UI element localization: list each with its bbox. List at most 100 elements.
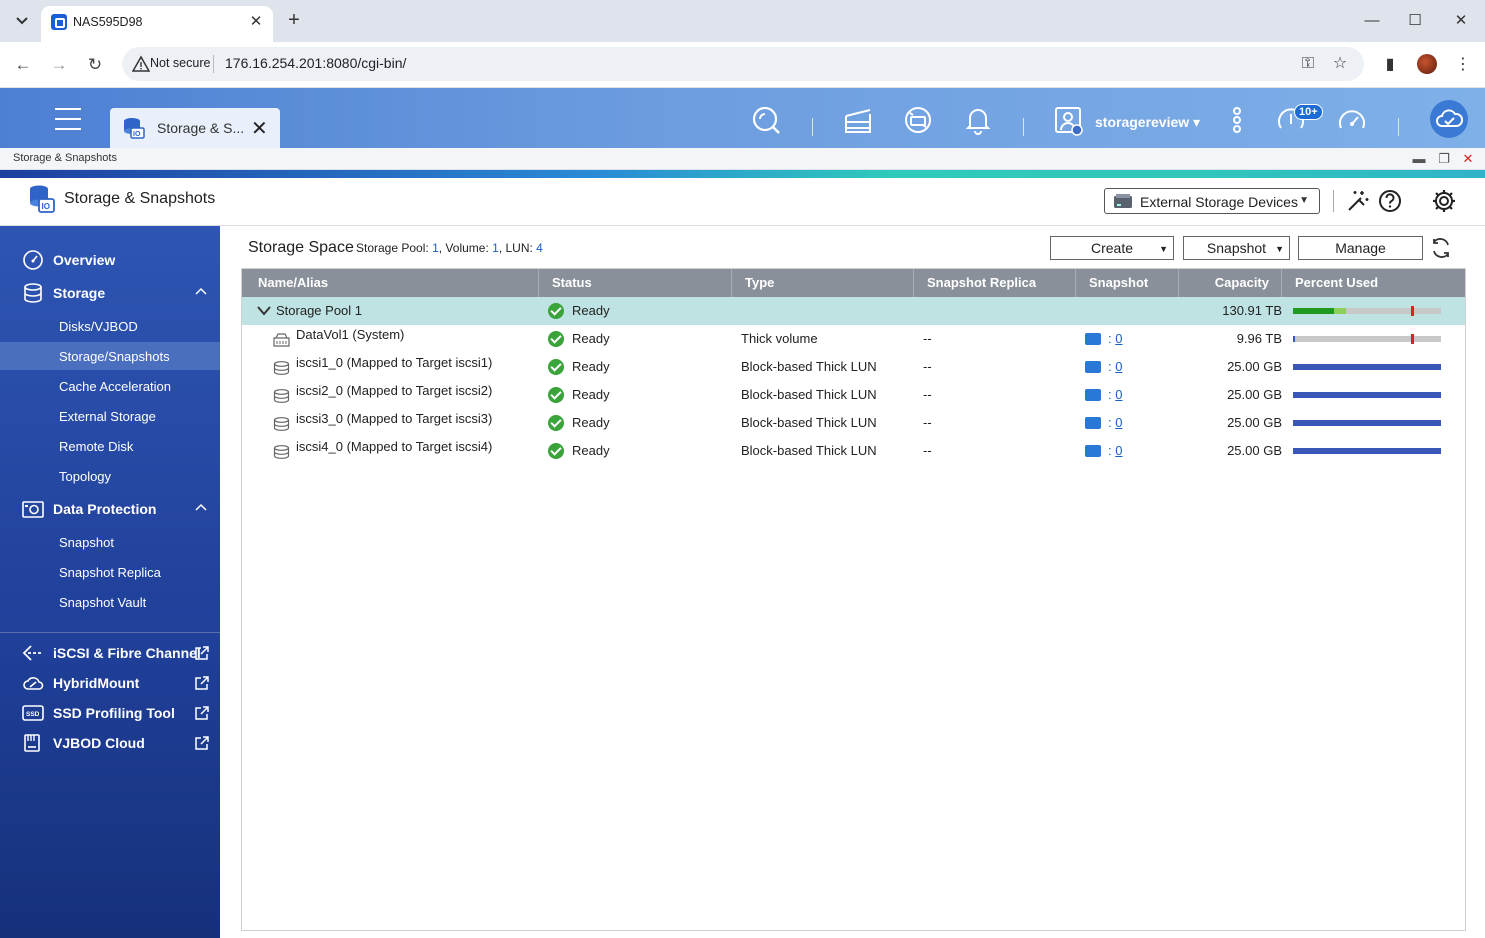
background-tasks-icon[interactable] xyxy=(842,104,874,136)
svg-text:IO: IO xyxy=(133,131,141,138)
summary-volume-count: 1 xyxy=(492,241,499,255)
row-status: Ready xyxy=(572,331,610,346)
key-icon[interactable]: ⚿ xyxy=(1298,54,1318,74)
table-row[interactable]: iscsi4_0 (Mapped to Target iscsi4) Ready… xyxy=(242,437,1465,465)
sidebar-link-iscsi-fibre-channel[interactable]: iSCSI & Fibre Channel xyxy=(0,638,220,668)
chevron-down-icon[interactable] xyxy=(257,306,271,316)
usage-threshold-marker xyxy=(1411,334,1415,344)
sidebar-link-ssd-profiling-tool[interactable]: SSD SSD Profiling Tool xyxy=(0,698,220,728)
lun-disk-icon xyxy=(273,361,290,375)
sidebar-item-snapshot-vault[interactable]: Snapshot Vault xyxy=(0,588,220,616)
snapshot-button[interactable]: Snapshot ▼ xyxy=(1183,236,1290,260)
forward-button[interactable]: → xyxy=(46,52,72,78)
sidebar-item-snapshot-replica[interactable]: Snapshot Replica xyxy=(0,558,220,586)
row-replica: -- xyxy=(923,331,932,346)
column-header-name[interactable]: Name/Alias xyxy=(242,269,539,297)
external-device-icon[interactable] xyxy=(902,104,934,136)
column-header-capacity[interactable]: Capacity xyxy=(1179,269,1282,297)
row-replica: -- xyxy=(923,415,932,430)
help-icon[interactable] xyxy=(1377,188,1403,214)
magic-wand-icon[interactable] xyxy=(1345,188,1371,214)
sidebar-item-topology[interactable]: Topology xyxy=(0,462,220,490)
create-button[interactable]: Create ▼ xyxy=(1050,236,1174,260)
snapshot-count-link[interactable]: : 0 xyxy=(1108,409,1122,437)
sidebar-label: HybridMount xyxy=(53,675,140,691)
back-button[interactable]: ← xyxy=(10,52,36,78)
sidebar-item-storage[interactable]: Storage xyxy=(0,278,220,308)
status-ready-icon xyxy=(548,303,564,319)
browser-menu-icon[interactable]: ⋮ xyxy=(1450,52,1476,78)
sidebar-item-external-storage[interactable]: External Storage xyxy=(0,402,220,430)
chevron-up-icon[interactable] xyxy=(194,284,208,298)
row-type: Block-based Thick LUN xyxy=(741,415,877,430)
external-link-icon xyxy=(195,706,209,720)
not-secure-label[interactable]: Not secure xyxy=(150,56,210,70)
manage-button[interactable]: Manage xyxy=(1298,236,1423,260)
main-menu-icon[interactable] xyxy=(55,108,81,130)
settings-gear-icon[interactable] xyxy=(1431,188,1457,214)
column-header-percent-used[interactable]: Percent Used xyxy=(1282,269,1465,297)
close-tab-icon[interactable]: ✕ xyxy=(247,13,265,31)
username-dropdown[interactable]: storagereview ▾ xyxy=(1095,114,1200,131)
column-header-snapshot[interactable]: Snapshot xyxy=(1076,269,1179,297)
url-text[interactable]: 176.16.254.201:8080/cgi-bin/ xyxy=(225,55,406,71)
app-close-button[interactable]: ✕ xyxy=(1459,150,1477,168)
sidebar-item-cache-acceleration[interactable]: Cache Acceleration xyxy=(0,372,220,400)
app-restore-button[interactable]: ❐ xyxy=(1435,150,1453,168)
reload-button[interactable]: ↻ xyxy=(82,52,108,78)
snapshot-count-link[interactable]: : 0 xyxy=(1108,381,1122,409)
snapshot-count-link[interactable]: : 0 xyxy=(1108,353,1122,381)
tab-search-button[interactable] xyxy=(10,9,34,33)
external-storage-devices-dropdown[interactable]: External Storage Devices ▼ xyxy=(1104,188,1320,214)
sidebar-link-hybridmount[interactable]: HybridMount xyxy=(0,668,220,698)
refresh-icon[interactable] xyxy=(1430,236,1452,260)
sidebar-label: Remote Disk xyxy=(59,439,134,454)
column-header-type[interactable]: Type xyxy=(732,269,914,297)
minimize-window-button[interactable]: — xyxy=(1357,10,1387,32)
usage-bar xyxy=(1293,364,1441,370)
search-icon[interactable] xyxy=(750,104,782,136)
maximize-window-button[interactable]: ☐ xyxy=(1400,10,1430,32)
myqnapcloud-button[interactable] xyxy=(1430,100,1468,138)
user-account-icon[interactable] xyxy=(1055,106,1083,136)
address-bar[interactable]: Not secure 176.16.254.201:8080/cgi-bin/ … xyxy=(122,47,1364,81)
new-tab-button[interactable]: + xyxy=(282,9,306,33)
sidebar-link-vjbod-cloud[interactable]: VJBOD Cloud xyxy=(0,728,220,758)
main-content: Storage Space Storage Pool: 1, Volume: 1… xyxy=(220,226,1485,938)
resource-monitor-icon[interactable] xyxy=(1336,104,1368,136)
usage-bar-fill-snapshot xyxy=(1334,308,1347,314)
vjbod-cloud-icon xyxy=(24,734,40,752)
row-name: iscsi2_0 (Mapped to Target iscsi2) xyxy=(296,383,493,398)
snapshot-icon xyxy=(1085,325,1101,345)
sidebar-item-storage-snapshots[interactable]: Storage/Snapshots xyxy=(0,342,220,370)
username-label: storagereview xyxy=(1095,114,1190,130)
lun-disk-icon xyxy=(273,417,290,431)
summary-lun-count: 4 xyxy=(536,241,543,255)
app-minimize-button[interactable]: ▬ xyxy=(1410,150,1428,168)
browser-tab[interactable]: NAS595D98 ✕ xyxy=(41,6,273,42)
bookmark-star-icon[interactable]: ☆ xyxy=(1330,54,1350,74)
svg-text:IO: IO xyxy=(42,202,50,211)
sidebar-item-overview[interactable]: Overview xyxy=(0,245,220,275)
sidebar-item-snapshot[interactable]: Snapshot xyxy=(0,528,220,556)
snapshot-count-link[interactable]: : 0 xyxy=(1108,437,1122,465)
profile-avatar[interactable] xyxy=(1417,54,1437,74)
column-header-snapshot-replica[interactable]: Snapshot Replica xyxy=(914,269,1076,297)
sidebar-item-remote-disk[interactable]: Remote Disk xyxy=(0,432,220,460)
column-header-status[interactable]: Status xyxy=(539,269,732,297)
row-capacity: 25.00 GB xyxy=(1227,415,1282,430)
table-row-storage-pool[interactable]: Storage Pool 1 Ready 130.91 TB xyxy=(242,297,1465,325)
close-app-tab-icon[interactable]: ✕ xyxy=(251,116,268,141)
chevron-up-icon[interactable] xyxy=(194,500,208,514)
usage-bar-fill-used xyxy=(1293,364,1441,370)
sidebar-item-data-protection[interactable]: Data Protection xyxy=(0,494,220,524)
app-tab-storage[interactable]: IO Storage & S... ✕ xyxy=(110,108,280,148)
close-window-button[interactable]: ✕ xyxy=(1446,10,1476,32)
notification-bell-icon[interactable] xyxy=(962,104,994,136)
snapshot-count-link[interactable]: : 0 xyxy=(1108,325,1122,353)
sidebar-item-disks-vjbod[interactable]: Disks/VJBOD xyxy=(0,312,220,340)
status-ready-icon xyxy=(548,387,564,403)
sidebar-label: Data Protection xyxy=(53,501,157,517)
side-panel-icon[interactable]: ▮ xyxy=(1377,52,1403,78)
more-options-icon[interactable] xyxy=(1221,104,1253,136)
